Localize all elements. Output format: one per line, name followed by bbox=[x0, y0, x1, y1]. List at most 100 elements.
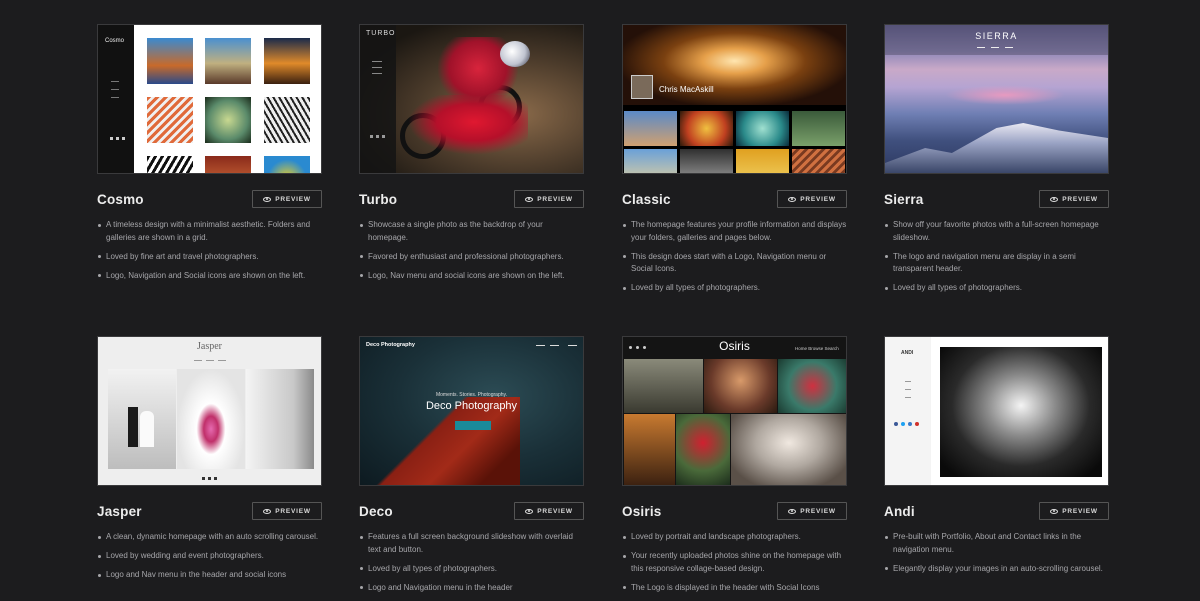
thumb-logo: TURBO bbox=[366, 30, 396, 37]
list-item: Loved by wedding and event photographers… bbox=[97, 550, 322, 563]
list-item: Features a full screen background slides… bbox=[359, 531, 584, 556]
thumb-photo bbox=[680, 149, 733, 173]
preview-button-andi[interactable]: PREVIEW bbox=[1039, 502, 1109, 520]
thumb-photo bbox=[731, 414, 846, 485]
thumb-logo: Jasper bbox=[197, 341, 222, 352]
theme-description: Features a full screen background slides… bbox=[359, 531, 584, 594]
preview-button-classic[interactable]: PREVIEW bbox=[777, 190, 847, 208]
thumb-photo bbox=[792, 111, 845, 146]
theme-header: Turbo PREVIEW bbox=[359, 189, 584, 209]
theme-thumbnail-cosmo[interactable]: Cosmo bbox=[97, 24, 322, 174]
list-item: Loved by portrait and landscape photogra… bbox=[622, 531, 847, 544]
thumb-photo bbox=[792, 149, 845, 173]
theme-card-osiris: Osiris Home Browse Search Osiris PREVIEW… bbox=[622, 336, 847, 601]
thumb-nav-line bbox=[550, 345, 559, 346]
list-item: The homepage features your profile infor… bbox=[622, 219, 847, 244]
theme-name: Turbo bbox=[359, 191, 398, 207]
theme-name: Andi bbox=[884, 503, 915, 519]
eye-icon bbox=[525, 508, 534, 514]
social-icon bbox=[908, 422, 912, 426]
theme-header: Deco PREVIEW bbox=[359, 501, 584, 521]
thumb-social-icon bbox=[208, 477, 211, 480]
thumb-photo bbox=[736, 111, 789, 146]
avatar bbox=[631, 75, 653, 99]
thumb-photo bbox=[778, 359, 846, 413]
preview-button-jasper[interactable]: PREVIEW bbox=[252, 502, 322, 520]
theme-thumbnail-classic[interactable]: Chris MacAskill bbox=[622, 24, 847, 174]
list-item: Showcase a single photo as the backdrop … bbox=[359, 219, 584, 244]
thumb-photo bbox=[147, 97, 193, 143]
preview-button-osiris[interactable]: PREVIEW bbox=[777, 502, 847, 520]
preview-label: PREVIEW bbox=[800, 195, 836, 203]
theme-description: Loved by portrait and landscape photogra… bbox=[622, 531, 847, 594]
thumb-social-icon bbox=[370, 135, 373, 138]
theme-description: Pre-built with Portfolio, About and Cont… bbox=[884, 531, 1109, 575]
list-item: Show off your favorite photos with a ful… bbox=[884, 219, 1109, 244]
thumb-photo bbox=[940, 347, 1102, 477]
theme-thumbnail-andi[interactable]: ANDI bbox=[884, 336, 1109, 486]
theme-name: Deco bbox=[359, 503, 393, 519]
theme-thumbnail-deco[interactable]: Deco Photography Moments. Stories. Photo… bbox=[359, 336, 584, 486]
thumb-photo bbox=[147, 156, 193, 173]
social-icon bbox=[915, 422, 919, 426]
theme-thumbnail-jasper[interactable]: Jasper bbox=[97, 336, 322, 486]
thumb-photo bbox=[264, 97, 310, 143]
thumb-logo: ANDI bbox=[901, 350, 914, 356]
thumb-photo bbox=[624, 149, 677, 173]
thumb-nav-line bbox=[194, 360, 202, 361]
thumb-social-icon bbox=[376, 135, 379, 138]
theme-description: The homepage features your profile infor… bbox=[622, 219, 847, 295]
thumb-photo bbox=[624, 111, 677, 146]
theme-gallery: Cosmo Cosmo PREVIEW A timeless design wi… bbox=[0, 0, 1200, 592]
thumb-hero-photo bbox=[623, 25, 846, 105]
thumb-subtitle: Moments. Stories. Photography. bbox=[435, 392, 508, 398]
thumb-nav-line bbox=[977, 47, 985, 48]
theme-thumbnail-osiris[interactable]: Osiris Home Browse Search bbox=[622, 336, 847, 486]
theme-header: Cosmo PREVIEW bbox=[97, 189, 322, 209]
preview-label: PREVIEW bbox=[275, 195, 311, 203]
thumb-social-icon bbox=[382, 135, 385, 138]
thumb-button bbox=[455, 421, 491, 430]
thumb-photo bbox=[624, 359, 703, 413]
thumb-photo bbox=[205, 38, 251, 84]
theme-description: A clean, dynamic homepage with an auto s… bbox=[97, 531, 322, 582]
theme-name: Osiris bbox=[622, 503, 662, 519]
thumb-nav-line bbox=[111, 97, 119, 98]
theme-name: Cosmo bbox=[97, 191, 144, 207]
theme-card-sierra: SIERRA Sierra PREVIEW Show off your favo… bbox=[884, 24, 1109, 301]
list-item: Pre-built with Portfolio, About and Cont… bbox=[884, 531, 1109, 556]
thumb-profile-name: Chris MacAskill bbox=[659, 85, 714, 94]
thumb-photo bbox=[140, 411, 154, 447]
thumb-nav-line bbox=[372, 61, 382, 62]
thumb-photo bbox=[676, 414, 730, 485]
thumb-social-icon bbox=[116, 137, 119, 140]
thumb-nav-line bbox=[372, 67, 382, 68]
preview-label: PREVIEW bbox=[537, 195, 573, 203]
thumb-social-icon bbox=[110, 137, 113, 140]
theme-name: Jasper bbox=[97, 503, 142, 519]
preview-button-deco[interactable]: PREVIEW bbox=[514, 502, 584, 520]
list-item: Logo, Nav menu and social icons are show… bbox=[359, 270, 584, 283]
preview-button-sierra[interactable]: PREVIEW bbox=[1039, 190, 1109, 208]
preview-button-cosmo[interactable]: PREVIEW bbox=[252, 190, 322, 208]
theme-card-classic: Chris MacAskill Classic PREVIEW The home… bbox=[622, 24, 847, 301]
thumb-nav-line bbox=[536, 345, 545, 346]
thumb-photo bbox=[680, 111, 733, 146]
preview-button-turbo[interactable]: PREVIEW bbox=[514, 190, 584, 208]
preview-label: PREVIEW bbox=[275, 507, 311, 515]
theme-card-andi: ANDI Andi PREVIEW Pre-built with Portfol… bbox=[884, 336, 1109, 582]
thumb-photo bbox=[736, 149, 789, 173]
theme-description: Showcase a single photo as the backdrop … bbox=[359, 219, 584, 282]
list-item: Loved by fine art and travel photographe… bbox=[97, 251, 322, 264]
list-item: Logo, Navigation and Social icons are sh… bbox=[97, 270, 322, 283]
thumb-nav-line bbox=[905, 381, 911, 382]
thumb-logo: Deco Photography bbox=[366, 342, 415, 348]
list-item: Logo and Navigation menu in the header bbox=[359, 582, 584, 595]
eye-icon bbox=[263, 196, 272, 202]
theme-thumbnail-sierra[interactable]: SIERRA bbox=[884, 24, 1109, 174]
eye-icon bbox=[788, 196, 797, 202]
theme-thumbnail-turbo[interactable]: TURBO bbox=[359, 24, 584, 174]
theme-description: Show off your favorite photos with a ful… bbox=[884, 219, 1109, 295]
list-item: A timeless design with a minimalist aest… bbox=[97, 219, 322, 244]
thumb-photo bbox=[945, 85, 1065, 105]
